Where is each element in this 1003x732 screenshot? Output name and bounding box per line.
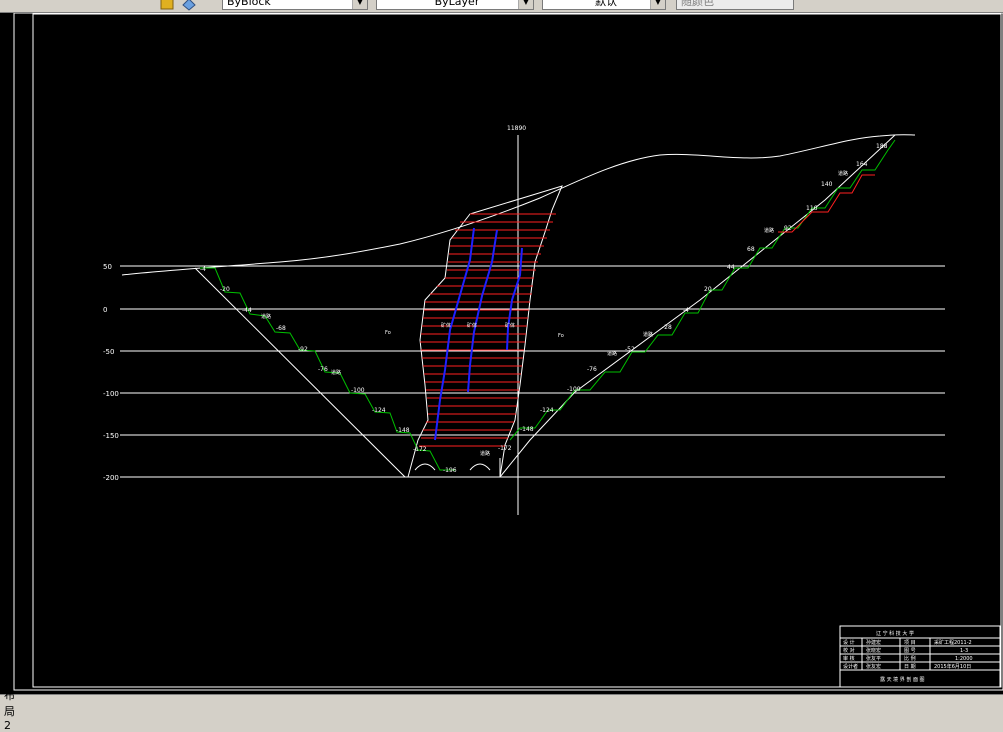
bench-label: -148 bbox=[520, 426, 534, 433]
title-cell: 张友平 bbox=[866, 655, 881, 662]
layout-tab-label: 布局2 bbox=[4, 689, 15, 732]
zone-label: Fo bbox=[558, 333, 564, 339]
bench-label: 68 bbox=[747, 246, 755, 253]
properties-toolbar: ByBlock ▼ ByLayer ▼ 默认 ▼ 随颜色 bbox=[0, 0, 1003, 13]
bench-label: -124 bbox=[540, 407, 554, 414]
layer-select[interactable]: ByLayer ▼ bbox=[376, 0, 534, 10]
elevation-lines bbox=[120, 265, 945, 478]
ramp-label: 道路 bbox=[643, 331, 653, 338]
bench-label: -100 bbox=[567, 386, 581, 393]
bench-label: -4 bbox=[200, 266, 206, 273]
linetype-value: ByBlock bbox=[227, 0, 271, 8]
right-level-labels: 188 164 140 116 92 68 44 20 -4 -28 -52 -… bbox=[480, 143, 888, 457]
chevron-down-icon[interactable]: ▼ bbox=[518, 0, 533, 9]
pit-outline bbox=[194, 134, 896, 478]
bench-label: 164 bbox=[856, 161, 868, 168]
ramp-label: 道路 bbox=[607, 350, 617, 357]
pit-bottom bbox=[414, 458, 501, 477]
layer-value: ByLayer bbox=[434, 0, 480, 8]
title-cell: 1-3 bbox=[960, 648, 968, 654]
ore-label: 矿体 bbox=[505, 322, 515, 329]
bench-label: -92 bbox=[298, 346, 308, 353]
elevation-label: -200 bbox=[103, 474, 119, 482]
ore-label: 矿体 bbox=[441, 322, 451, 329]
bench-label: -4 bbox=[683, 307, 689, 314]
title-block-header: 辽 宁 科 技 大 学 bbox=[876, 630, 914, 637]
ramp-label: 道路 bbox=[331, 369, 341, 376]
title-cell: 审 核 bbox=[843, 655, 855, 662]
ramp-label: 道路 bbox=[838, 170, 848, 177]
chevron-down-icon[interactable]: ▼ bbox=[650, 0, 665, 9]
elevation-label: 0 bbox=[103, 306, 107, 314]
elevation-labels: 50 0 -50 -100 -150 -200 bbox=[103, 263, 119, 482]
bench-label: -100 bbox=[351, 387, 365, 394]
linetype-select[interactable]: ByBlock ▼ bbox=[222, 0, 368, 10]
lineweight-select[interactable]: 默认 ▼ bbox=[542, 0, 666, 10]
bench-label: -28 bbox=[662, 324, 672, 331]
bench-label: -172 bbox=[413, 446, 427, 453]
bench-label: 188 bbox=[876, 143, 888, 150]
bench-label: -20 bbox=[220, 286, 230, 293]
title-cell: 图 号 bbox=[904, 648, 916, 654]
layer-state-icon[interactable] bbox=[160, 0, 174, 10]
elevation-label: 50 bbox=[103, 263, 112, 271]
ramp-label: 道路 bbox=[261, 313, 271, 320]
ramp-label: 道路 bbox=[764, 227, 774, 234]
title-cell: 日 期 bbox=[904, 664, 916, 670]
bench-label: 20 bbox=[704, 286, 712, 293]
title-cell: 设计者 bbox=[843, 663, 858, 670]
plotstyle-select[interactable]: 随颜色 bbox=[676, 0, 794, 10]
left-level-labels: -4 -20 -44 -68 -92 -76 -100 -124 -148 -1… bbox=[200, 266, 427, 453]
title-cell: 比 例 bbox=[904, 655, 916, 662]
ramp-label: 道路 bbox=[480, 450, 490, 457]
section-drawing: 50 0 -50 -100 -150 -200 11890 矿体 矿体 矿体 F… bbox=[13, 12, 1003, 691]
lineweight-value: 默认 bbox=[595, 0, 617, 8]
drawing-canvas[interactable]: 50 0 -50 -100 -150 -200 11890 矿体 矿体 矿体 F… bbox=[0, 12, 1003, 694]
bench-label: 140 bbox=[821, 181, 833, 188]
bench-label: 44 bbox=[727, 264, 735, 271]
axis-label: 11890 bbox=[507, 125, 526, 132]
bench-label: -76 bbox=[318, 366, 328, 373]
ore-body: 矿体 矿体 矿体 bbox=[407, 185, 563, 478]
title-cell: 项 目 bbox=[904, 640, 916, 646]
title-block-footer: 露 天 境 界 剖 面 图 bbox=[880, 676, 925, 683]
elevation-label: -150 bbox=[103, 432, 119, 440]
zone-label: Fo bbox=[385, 330, 391, 336]
title-cell: 孙建宏 bbox=[866, 639, 881, 646]
title-cell: 采矿工程2011-2 bbox=[934, 639, 972, 646]
plotstyle-value: 随颜色 bbox=[681, 0, 714, 8]
title-cell: 1:2000 bbox=[955, 656, 973, 662]
ore-label: 矿体 bbox=[467, 322, 477, 329]
bench-label: -124 bbox=[372, 407, 386, 414]
bench-label: -76 bbox=[587, 366, 597, 373]
bottom-level-label: -196 bbox=[443, 467, 457, 474]
bench-label: -68 bbox=[276, 325, 286, 332]
title-cell: 2015年6月10日 bbox=[934, 663, 971, 670]
title-cell: 设 计 bbox=[843, 639, 855, 646]
bench-label: -148 bbox=[396, 427, 410, 434]
bench-label: -52 bbox=[625, 346, 635, 353]
layer-previous-icon[interactable] bbox=[182, 0, 196, 11]
title-cell: 校 对 bbox=[843, 647, 855, 654]
title-cell: 张友宏 bbox=[866, 663, 881, 670]
bench-label: 116 bbox=[806, 205, 818, 212]
elevation-label: -50 bbox=[103, 348, 114, 356]
elevation-label: -100 bbox=[103, 390, 119, 398]
bench-label: 92 bbox=[784, 225, 792, 232]
title-cell: 张晓宏 bbox=[866, 647, 881, 654]
bench-label: -44 bbox=[242, 307, 252, 314]
bench-label: -172 bbox=[498, 445, 512, 452]
chevron-down-icon[interactable]: ▼ bbox=[352, 0, 367, 9]
